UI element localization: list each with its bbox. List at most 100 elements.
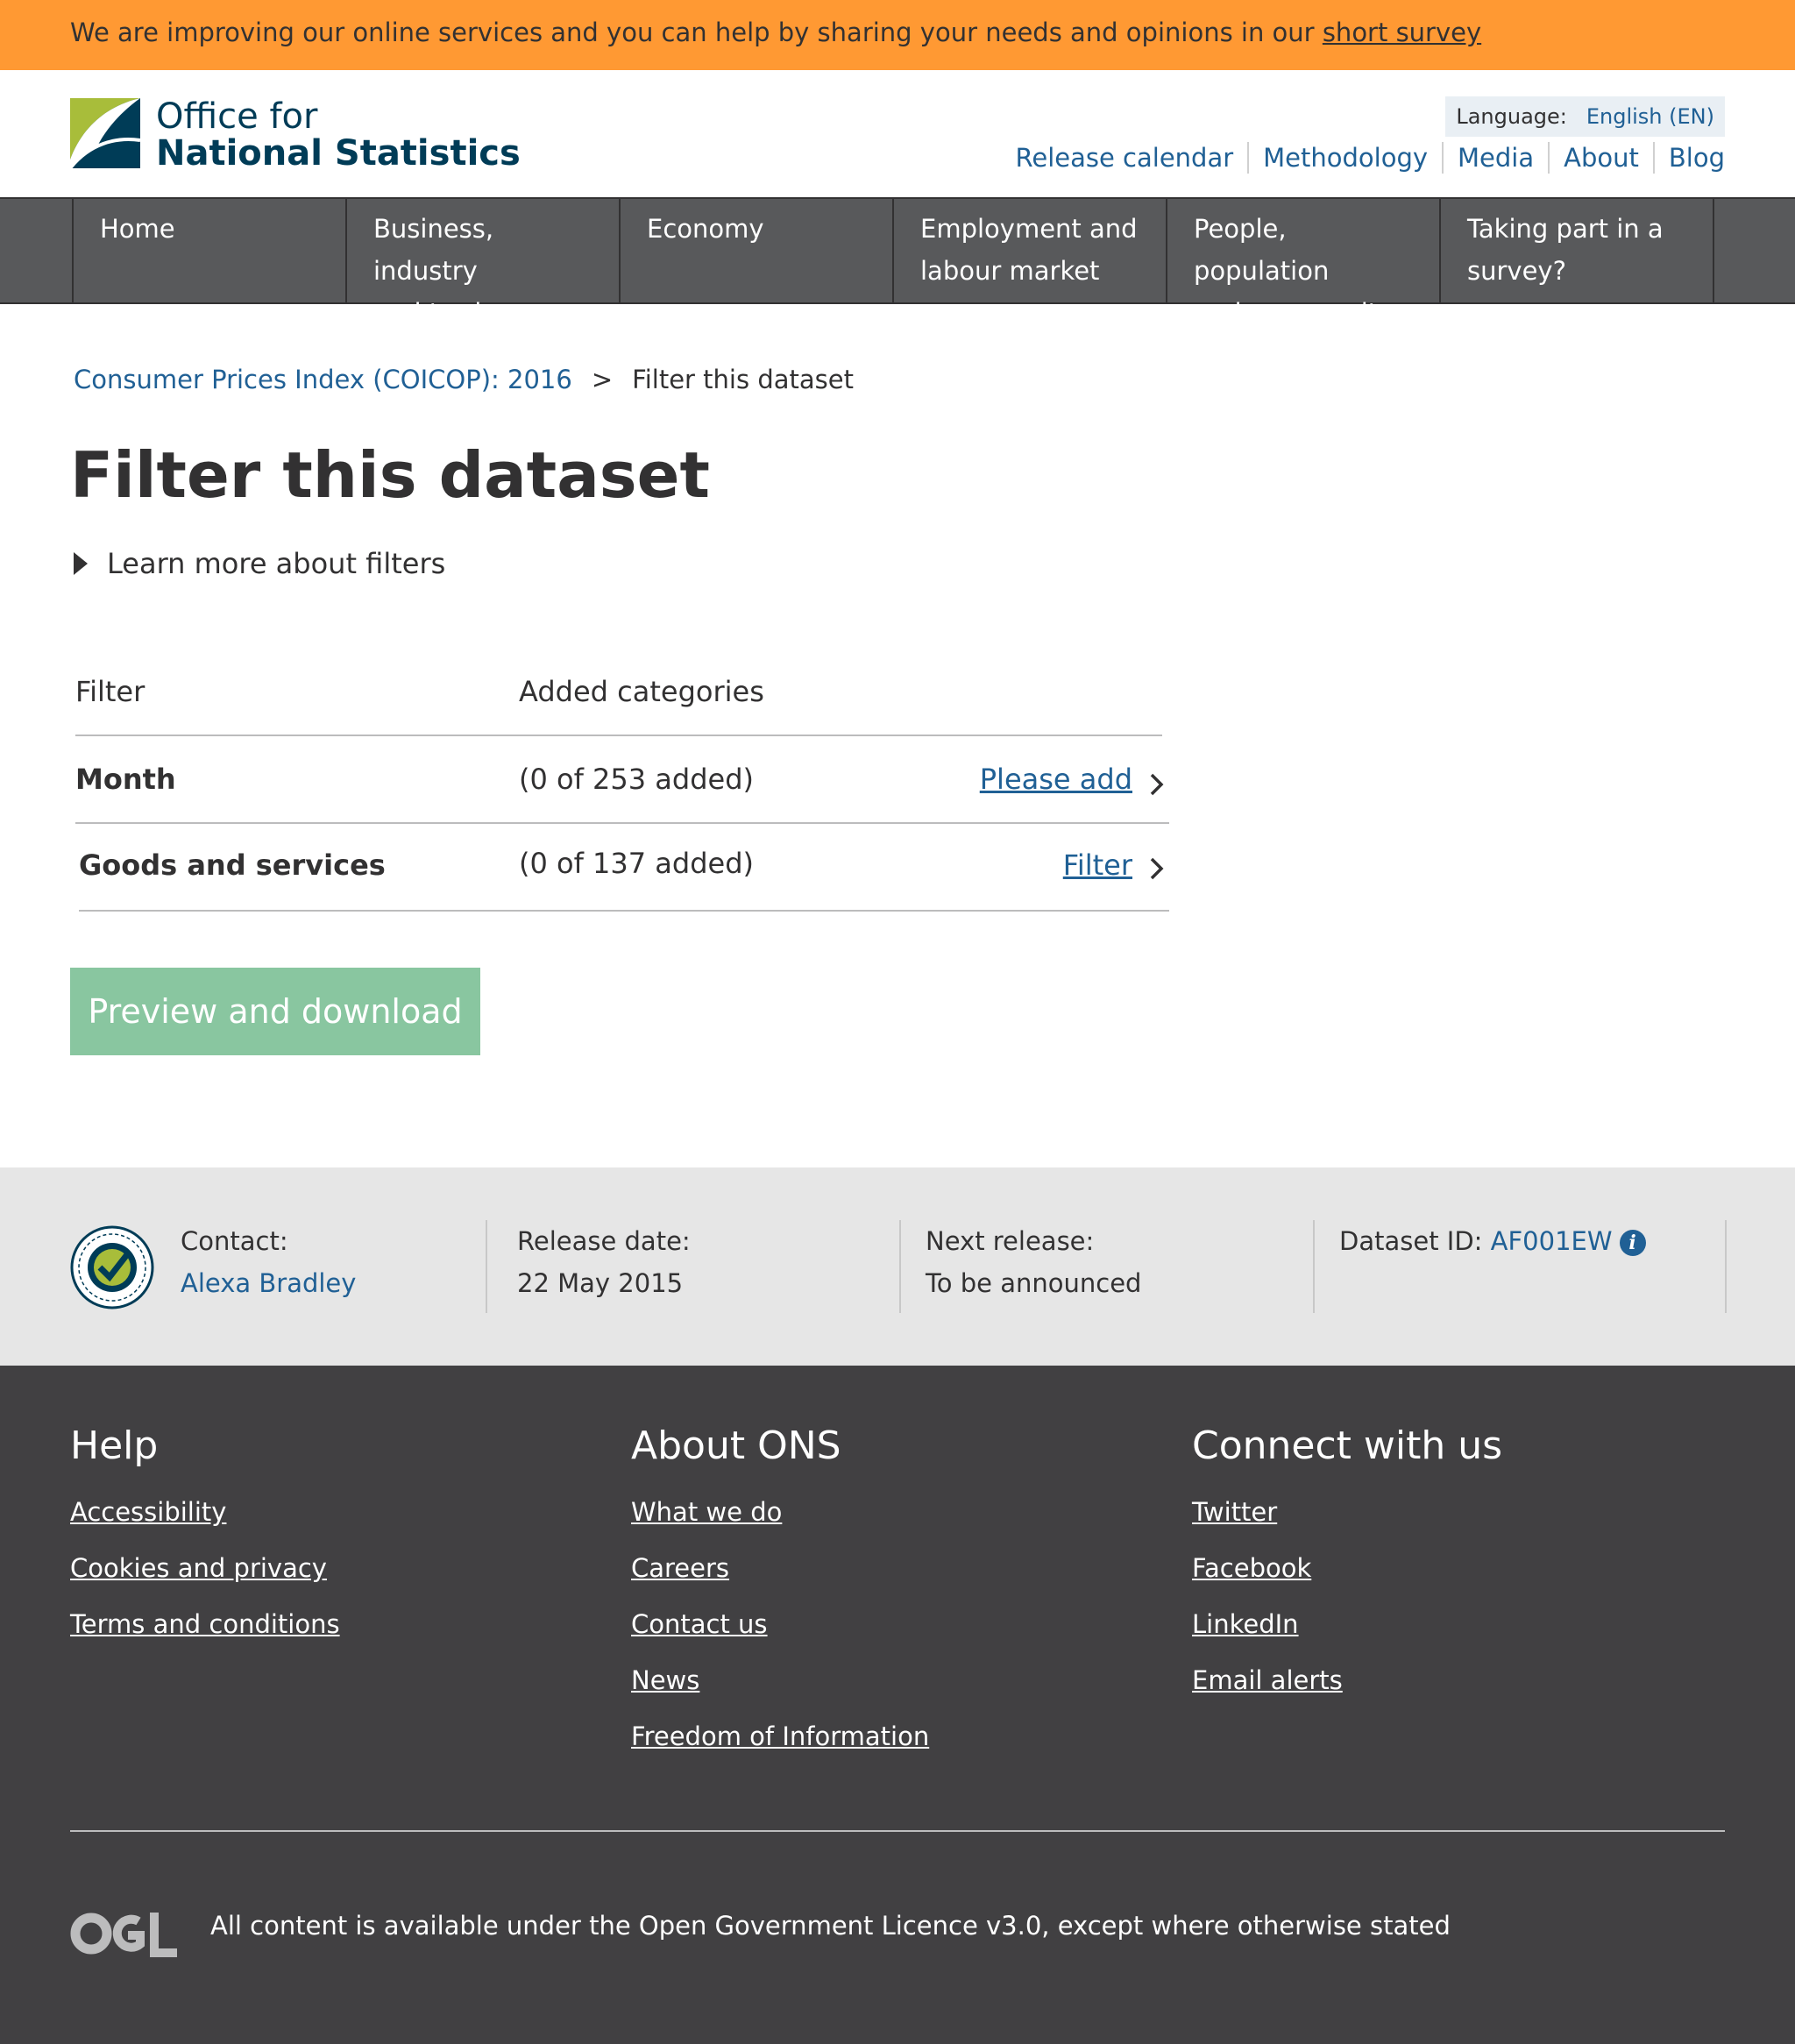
preview-download-button[interactable]: Preview and download bbox=[70, 968, 480, 1055]
language-value[interactable]: English (EN) bbox=[1586, 104, 1714, 129]
header-added-categories: Added categories bbox=[519, 675, 764, 708]
freedom-of-information-link[interactable]: Freedom of Information bbox=[631, 1708, 929, 1764]
please-add-month-link[interactable]: Please add bbox=[980, 763, 1132, 796]
top-links: Release calendar Methodology Media About… bbox=[1002, 142, 1725, 174]
accessibility-link[interactable]: Accessibility bbox=[70, 1484, 340, 1540]
footer-connect-heading: Connect with us bbox=[1192, 1423, 1503, 1468]
licence-statement: All content is available under the Open … bbox=[210, 1911, 1451, 1941]
nav-item-employment[interactable]: Employment and labour market bbox=[892, 199, 1166, 302]
dataset-id-label: Dataset ID: bbox=[1339, 1226, 1491, 1256]
next-release-value: To be announced bbox=[926, 1268, 1142, 1298]
nav-item-label: Taking part in a bbox=[1467, 214, 1664, 244]
dataset-id-line: Dataset ID: AF001EW i bbox=[1339, 1220, 1646, 1262]
terms-conditions-link[interactable]: Terms and conditions bbox=[70, 1596, 340, 1652]
ons-logo-text: Office for National Statistics bbox=[156, 98, 521, 172]
release-date-block: Release date: 22 May 2015 bbox=[517, 1220, 691, 1313]
nav-item-label: Employment and bbox=[920, 214, 1138, 244]
nav-item-label: Business, industry bbox=[373, 214, 494, 286]
language-selector[interactable]: Language: English (EN) bbox=[1445, 96, 1725, 137]
next-release-block: Next release: To be announced bbox=[926, 1220, 1141, 1313]
filter-goods-services-link[interactable]: Filter bbox=[1063, 848, 1132, 882]
breadcrumb-parent-link[interactable]: Consumer Prices Index (COICOP): 2016 bbox=[74, 365, 572, 394]
language-label: Language: bbox=[1456, 104, 1567, 129]
facebook-link[interactable]: Facebook bbox=[1192, 1540, 1502, 1596]
meta-divider bbox=[486, 1220, 487, 1313]
news-link[interactable]: News bbox=[631, 1652, 929, 1708]
what-we-do-link[interactable]: What we do bbox=[631, 1484, 929, 1540]
learn-more-toggle[interactable]: Learn more about filters bbox=[74, 547, 445, 580]
nav-item-economy[interactable]: Economy bbox=[619, 199, 892, 302]
contact-block: Contact: Alexa Bradley bbox=[181, 1220, 356, 1313]
breadcrumb-separator: > bbox=[591, 365, 614, 394]
breadcrumb-current: Filter this dataset bbox=[632, 365, 854, 394]
survey-banner-message: We are improving our online services and… bbox=[70, 18, 1323, 47]
ons-logo[interactable]: Office for National Statistics bbox=[70, 98, 521, 172]
nav-item-home[interactable]: Home bbox=[72, 199, 345, 302]
footer-help-heading: Help bbox=[70, 1423, 159, 1468]
linkedin-link[interactable]: LinkedIn bbox=[1192, 1596, 1502, 1652]
disclosure-triangle-icon bbox=[74, 552, 88, 575]
dataset-id-block: Dataset ID: AF001EW i bbox=[1339, 1220, 1646, 1313]
careers-link[interactable]: Careers bbox=[631, 1540, 929, 1596]
logo-line-1: Office for bbox=[156, 96, 318, 137]
about-link[interactable]: About bbox=[1548, 142, 1653, 174]
info-icon[interactable]: i bbox=[1619, 1230, 1646, 1256]
survey-banner-text: We are improving our online services and… bbox=[70, 18, 1481, 47]
filter-count-month: (0 of 253 added) bbox=[519, 763, 754, 796]
filter-count-goods-services: (0 of 137 added) bbox=[519, 847, 754, 880]
methodology-link[interactable]: Methodology bbox=[1247, 142, 1442, 174]
footer-about-column: About ONS What we do Careers Contact us … bbox=[631, 1423, 929, 1764]
nav-item-label: People, population bbox=[1194, 214, 1330, 286]
nav-item-label: Economy bbox=[647, 214, 764, 244]
contact-us-link[interactable]: Contact us bbox=[631, 1596, 929, 1652]
contact-label: Contact: bbox=[181, 1226, 288, 1256]
meta-divider bbox=[899, 1220, 901, 1313]
site-header: Office for National Statistics Language:… bbox=[0, 70, 1795, 197]
email-alerts-link[interactable]: Email alerts bbox=[1192, 1652, 1502, 1708]
primary-nav: Home Business, industry and trade Econom… bbox=[0, 197, 1795, 328]
contact-name-link[interactable]: Alexa Bradley bbox=[181, 1268, 356, 1298]
chevron-right-icon[interactable] bbox=[1143, 855, 1169, 882]
ogl-logo-icon bbox=[70, 1913, 177, 1957]
table-divider bbox=[75, 735, 1162, 736]
chevron-right-icon[interactable] bbox=[1143, 771, 1169, 798]
release-date-value: 22 May 2015 bbox=[517, 1268, 684, 1298]
next-release-label: Next release: bbox=[926, 1226, 1095, 1256]
survey-banner: We are improving our online services and… bbox=[0, 0, 1795, 70]
breadcrumb: Consumer Prices Index (COICOP): 2016 > F… bbox=[74, 365, 854, 394]
table-divider bbox=[75, 822, 1169, 824]
blog-link[interactable]: Blog bbox=[1652, 142, 1725, 174]
media-link[interactable]: Media bbox=[1442, 142, 1548, 174]
meta-divider bbox=[1725, 1220, 1727, 1313]
page-title: Filter this dataset bbox=[70, 438, 710, 512]
nav-item-label-2: survey? bbox=[1467, 256, 1566, 286]
footer-about-heading: About ONS bbox=[631, 1423, 841, 1468]
site-footer: Help Accessibility Cookies and privacy T… bbox=[0, 1366, 1795, 2044]
nav-item-label: Home bbox=[100, 214, 175, 244]
footer-help-column: Help Accessibility Cookies and privacy T… bbox=[70, 1423, 340, 1652]
nav-item-survey[interactable]: Taking part in a survey? bbox=[1439, 199, 1714, 302]
nav-item-label-2: labour market bbox=[920, 256, 1100, 286]
meta-divider bbox=[1313, 1220, 1315, 1313]
dataset-meta-band: Contact: Alexa Bradley Release date: 22 … bbox=[0, 1167, 1795, 1366]
nav-item-business[interactable]: Business, industry and trade bbox=[345, 199, 619, 328]
release-calendar-link[interactable]: Release calendar bbox=[1002, 142, 1248, 174]
ons-logo-icon bbox=[70, 98, 140, 168]
filter-name-month: Month bbox=[75, 763, 176, 796]
cookies-privacy-link[interactable]: Cookies and privacy bbox=[70, 1540, 340, 1596]
nav-item-label-2: and trade bbox=[373, 298, 498, 328]
learn-more-label: Learn more about filters bbox=[107, 547, 446, 580]
twitter-link[interactable]: Twitter bbox=[1192, 1484, 1502, 1540]
nav-item-people[interactable]: People, population and community bbox=[1166, 199, 1439, 328]
logo-line-2: National Statistics bbox=[156, 133, 521, 174]
footer-divider bbox=[70, 1830, 1725, 1832]
table-divider bbox=[79, 910, 1169, 912]
national-statistics-badge-icon bbox=[70, 1225, 154, 1309]
nav-item-label-2: and community bbox=[1194, 298, 1394, 328]
dataset-id-link[interactable]: AF001EW bbox=[1491, 1226, 1613, 1256]
filter-name-goods-services: Goods and services bbox=[79, 848, 386, 882]
header-filter: Filter bbox=[75, 675, 145, 708]
footer-connect-column: Connect with us Twitter Facebook LinkedI… bbox=[1192, 1423, 1502, 1708]
release-date-label: Release date: bbox=[517, 1226, 691, 1256]
short-survey-link[interactable]: short survey bbox=[1323, 18, 1481, 47]
